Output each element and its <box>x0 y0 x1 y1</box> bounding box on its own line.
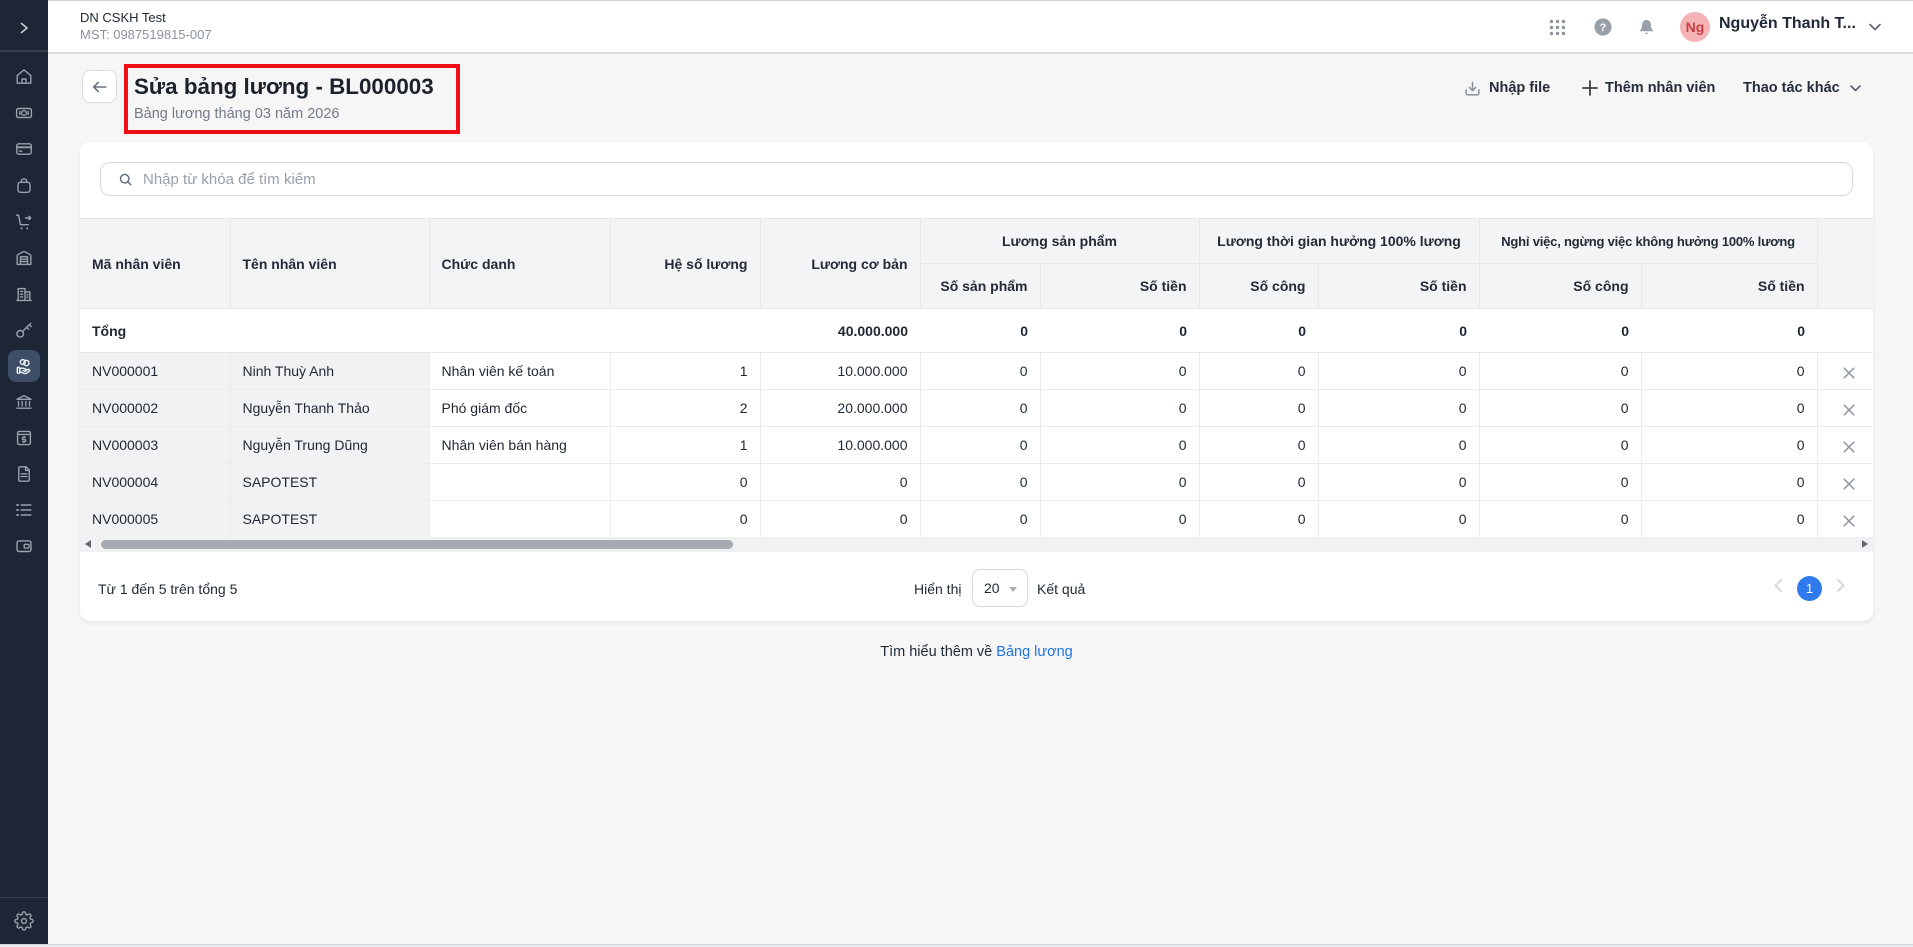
svg-text:?: ? <box>1600 22 1607 34</box>
